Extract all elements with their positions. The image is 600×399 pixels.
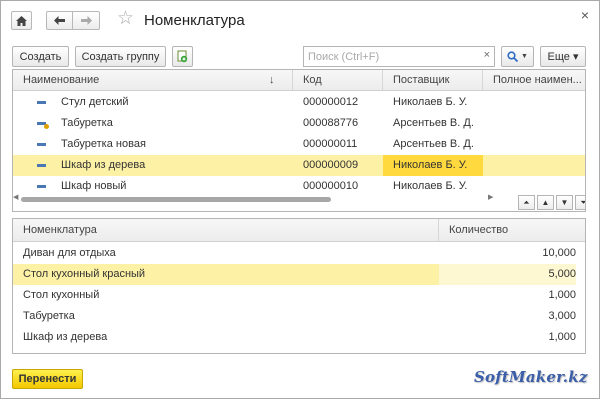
table-row-selected[interactable]: Стол кухонный красный 5,000 — [13, 264, 585, 285]
last-icon: ⏷ — [580, 198, 585, 208]
row-code: 000000009 — [303, 159, 359, 171]
next-row-button[interactable]: ▼ — [556, 195, 573, 210]
row-quantity: 5,000 — [439, 264, 576, 285]
row-name: Табуретка — [23, 310, 75, 322]
nomenclature-table: Наименование ↓ Код Поставщик Полное наим… — [12, 69, 586, 212]
search-button[interactable]: ▼ — [501, 46, 534, 67]
row-quantity: 3,000 — [548, 310, 576, 322]
horizontal-scrollbar[interactable]: ◀ ▶ — [13, 193, 510, 205]
row-code: 000000011 — [303, 138, 358, 150]
home-button[interactable] — [11, 11, 32, 30]
search-input[interactable] — [304, 47, 480, 66]
scroll-right-icon[interactable]: ▶ — [488, 193, 493, 201]
search-field[interactable]: × — [303, 46, 495, 67]
column-header-name[interactable]: Наименование ↓ — [13, 70, 293, 90]
table-row[interactable]: Табуретка 3,000 — [13, 306, 585, 327]
table-row[interactable]: Шкаф из дерева 1,000 — [13, 327, 585, 348]
row-code: 000000012 — [303, 96, 359, 108]
arrow-left-icon — [54, 16, 65, 25]
table-header: Номенклатура Количество — [13, 219, 585, 242]
quantities-table: Номенклатура Количество Диван для отдыха… — [12, 218, 586, 354]
magnifier-icon — [507, 51, 519, 62]
row-quantity: 1,000 — [548, 331, 576, 343]
row-name: Шкаф из дерева — [61, 159, 146, 171]
row-name: Табуретка — [61, 117, 113, 129]
back-button[interactable] — [46, 11, 73, 30]
copy-button[interactable] — [172, 46, 193, 67]
watermark-logo: SoftMaker.kz — [474, 368, 588, 386]
column-header-nomenclature[interactable]: Номенклатура — [13, 219, 439, 241]
table-row-selected[interactable]: Шкаф из дерева 000000009 Николаев Б. У. — [13, 155, 585, 176]
favorite-star-icon[interactable]: ☆ — [117, 9, 134, 29]
row-name: Стул детский — [61, 96, 129, 108]
row-supplier-active-cell[interactable]: Николаев Б. У. — [383, 155, 483, 176]
create-group-button[interactable]: Создать группу — [75, 46, 166, 67]
row-name: Стол кухонный — [23, 289, 100, 301]
scroll-left-icon[interactable]: ◀ — [13, 193, 18, 201]
transfer-button[interactable]: Перенести — [12, 369, 83, 389]
down-icon: ▼ — [560, 198, 569, 207]
row-supplier: Николаев Б. У. — [393, 96, 468, 108]
prev-row-button[interactable]: ▲ — [537, 195, 554, 210]
column-header-quantity[interactable]: Количество — [439, 219, 585, 241]
sort-down-icon: ↓ — [269, 74, 275, 86]
marked-badge-icon — [44, 124, 49, 129]
column-header-code[interactable]: Код — [293, 70, 383, 90]
row-supplier: Арсентьев В. Д. — [393, 138, 474, 150]
table-row[interactable]: Табуретка 000088776 Арсентьев В. Д. — [13, 113, 585, 134]
row-navigation: ⏶ ▲ ▼ ⏷ — [518, 195, 585, 210]
forward-button[interactable] — [73, 11, 100, 30]
table-row[interactable]: Стол кухонный 1,000 — [13, 285, 585, 306]
row-supplier: Арсентьев В. Д. — [393, 117, 474, 129]
item-icon — [37, 143, 46, 146]
chevron-down-icon: ▼ — [521, 53, 528, 60]
last-row-button[interactable]: ⏷ — [575, 195, 585, 210]
home-icon — [16, 15, 27, 26]
item-icon — [37, 164, 46, 167]
first-icon: ⏶ — [523, 197, 530, 207]
row-quantity: 10,000 — [542, 247, 576, 259]
arrow-right-icon — [80, 16, 92, 25]
row-quantity: 1,000 — [548, 289, 576, 301]
table-header: Наименование ↓ Код Поставщик Полное наим… — [13, 70, 585, 91]
scroll-thumb[interactable] — [21, 197, 331, 202]
column-header-supplier[interactable]: Поставщик — [383, 70, 483, 90]
table-row[interactable]: Табуретка новая 000000011 Арсентьев В. Д… — [13, 134, 585, 155]
row-name: Диван для отдыха — [23, 247, 116, 259]
close-icon[interactable]: × — [581, 7, 589, 23]
table-row[interactable]: Стул детский 000000012 Николаев Б. У. — [13, 92, 585, 113]
more-button[interactable]: Еще ▾ — [540, 46, 586, 67]
column-header-full-name[interactable]: Полное наимен... — [483, 70, 585, 90]
item-icon — [37, 185, 46, 188]
row-name: Стол кухонный красный — [13, 264, 439, 285]
copy-document-icon — [177, 50, 187, 63]
row-code: 000088776 — [303, 117, 359, 129]
window-title: Номенклатура — [144, 12, 245, 29]
create-button[interactable]: Создать — [12, 46, 69, 67]
clear-search-icon[interactable]: × — [484, 49, 490, 61]
item-icon — [37, 101, 46, 104]
row-name: Табуретка новая — [61, 138, 146, 150]
table-row[interactable]: Диван для отдыха 10,000 — [13, 243, 585, 264]
up-icon: ▲ — [541, 198, 550, 207]
row-name: Шкаф из дерева — [23, 331, 108, 343]
first-row-button[interactable]: ⏶ — [518, 195, 535, 210]
window-frame: ☆ Номенклатура × Создать Создать группу … — [0, 0, 600, 399]
